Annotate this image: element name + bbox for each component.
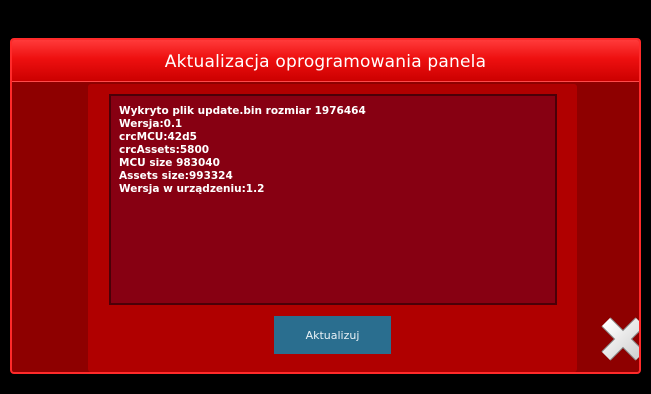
close-x-icon xyxy=(601,317,639,361)
info-line-crc-assets: crcAssets:5800 xyxy=(119,144,210,156)
screen: Aktualizacja oprogramowania panela Wykry… xyxy=(0,0,651,394)
info-line-assets-size: Assets size:993324 xyxy=(119,170,233,182)
info-line-device-version: Wersja w urządzeniu:1.2 xyxy=(119,183,265,195)
update-button[interactable]: Aktualizuj xyxy=(274,316,391,354)
update-dialog: Aktualizacja oprogramowania panela Wykry… xyxy=(10,38,641,374)
info-line-version: Wersja:0.1 xyxy=(119,118,183,130)
dialog-title: Aktualizacja oprogramowania panela xyxy=(164,51,487,72)
info-line-crc-mcu: crcMCU:42d5 xyxy=(119,131,197,143)
update-info-box: Wykryto plik update.bin rozmiar 1976464 … xyxy=(109,94,557,305)
info-line-file: Wykryto plik update.bin rozmiar 1976464 xyxy=(119,105,366,117)
dialog-title-bar: Aktualizacja oprogramowania panela xyxy=(12,40,639,82)
content-panel: Wykryto plik update.bin rozmiar 1976464 … xyxy=(88,84,577,372)
info-line-mcu-size: MCU size 983040 xyxy=(119,157,220,169)
close-button[interactable] xyxy=(599,315,639,363)
